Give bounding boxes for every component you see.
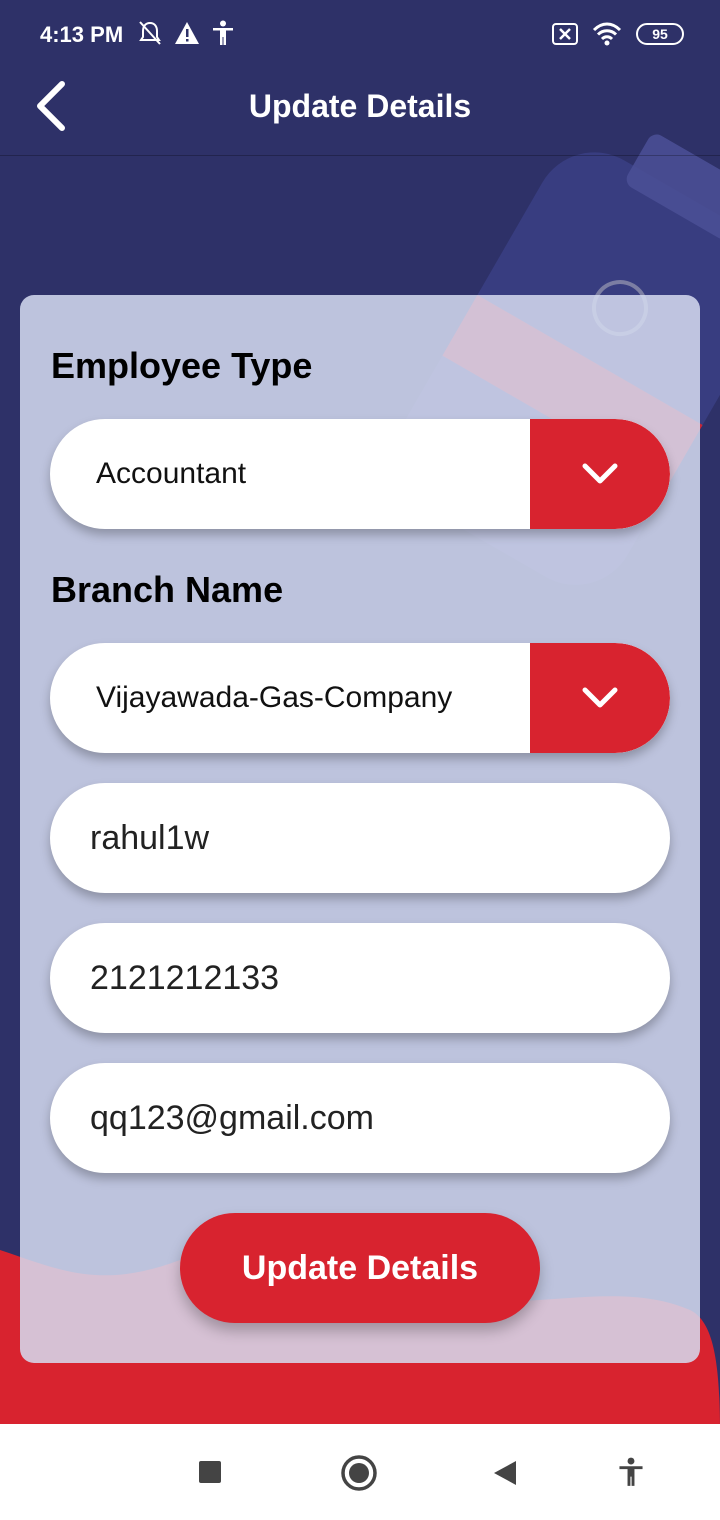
branch-name-value: Vijayawada-Gas-Company	[96, 681, 453, 714]
bell-off-icon	[139, 21, 161, 45]
branch-name-label: Branch Name	[51, 569, 284, 610]
accessibility-icon[interactable]	[618, 1457, 644, 1487]
warning-icon	[175, 22, 199, 44]
chevron-down-icon	[582, 463, 618, 484]
employee-type-value: Accountant	[96, 457, 247, 490]
app-bar: Update Details	[0, 70, 720, 156]
status-icons-left	[138, 20, 234, 46]
sim-off-icon	[552, 23, 578, 45]
chevron-down-icon	[582, 687, 618, 708]
username-field[interactable]	[50, 783, 670, 893]
wifi-icon	[592, 22, 622, 46]
employee-type-dropdown[interactable]: Accountant	[50, 419, 670, 529]
branch-name-dropdown[interactable]: Vijayawada-Gas-Company	[50, 643, 670, 753]
employee-type-label: Employee Type	[51, 345, 313, 386]
system-nav-bar	[0, 1424, 720, 1520]
battery-indicator: 95	[636, 23, 684, 45]
update-details-screen: 4:13 PM 95 Update Details Employee Type …	[0, 0, 720, 1520]
accessibility-icon	[213, 20, 233, 45]
update-details-button[interactable]: Update Details	[180, 1213, 540, 1323]
status-icons-right: 95	[552, 22, 684, 46]
page-title: Update Details	[248, 88, 472, 124]
email-input[interactable]	[90, 1063, 630, 1173]
recents-square-icon[interactable]	[198, 1460, 222, 1484]
back-triangle-icon[interactable]	[492, 1459, 518, 1487]
home-circle-icon[interactable]	[340, 1454, 378, 1492]
employee-type-dropdown-toggle[interactable]	[530, 419, 670, 529]
phone-field[interactable]	[50, 923, 670, 1033]
username-input[interactable]	[90, 783, 630, 893]
branch-name-dropdown-toggle[interactable]	[530, 643, 670, 753]
update-details-form-card: Employee Type Accountant Branch Name Vij…	[20, 295, 700, 1363]
phone-input[interactable]	[90, 923, 630, 1033]
email-field[interactable]	[50, 1063, 670, 1173]
status-bar: 4:13 PM 95	[0, 0, 720, 70]
status-time: 4:13 PM	[40, 22, 124, 47]
